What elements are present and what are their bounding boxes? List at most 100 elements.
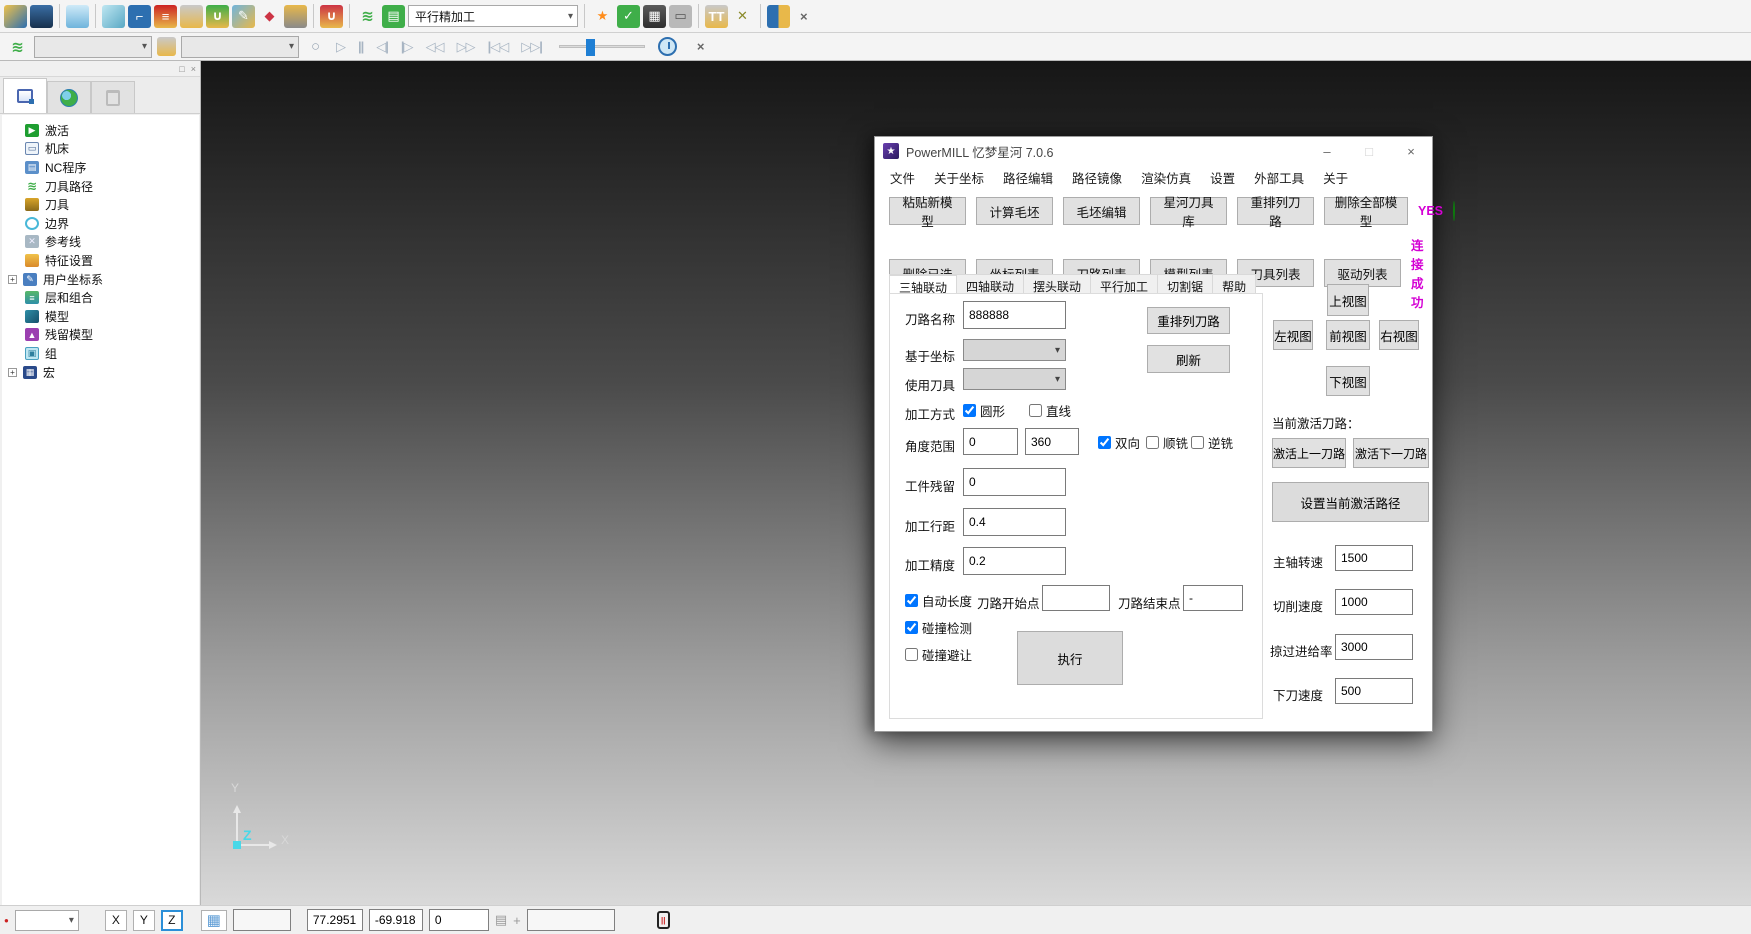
tree-item-nc-program[interactable]: ▤NC程序	[10, 158, 199, 177]
stock-input[interactable]	[963, 468, 1066, 496]
block-icon[interactable]	[102, 5, 125, 28]
rearrange-button[interactable]: 重排列刀路	[1147, 307, 1230, 334]
float-panel-icon[interactable]: □	[179, 64, 184, 74]
close-button[interactable]: ×	[1390, 137, 1432, 165]
tree-item-workplanes[interactable]: +✎用户坐标系	[10, 270, 199, 289]
tool-icon[interactable]	[180, 5, 203, 28]
calc-block-button[interactable]: 计算毛坯	[976, 197, 1053, 225]
go-to-end-button[interactable]: ▷▷|	[517, 39, 546, 55]
skim-feed-input[interactable]	[1335, 634, 1413, 660]
step-forward-button[interactable]: |▷	[397, 39, 417, 55]
slider-handle[interactable]	[586, 39, 595, 56]
drive-list-button[interactable]: 驱动列表	[1324, 259, 1401, 287]
toolpath-icon[interactable]: ≋	[356, 5, 379, 28]
collision-check-checkbox[interactable]: 碰撞检测	[905, 618, 972, 637]
plunge-feed-input[interactable]	[1335, 678, 1413, 704]
circle-checkbox[interactable]: 圆形	[963, 401, 1005, 420]
tree-item-groups[interactable]: ▣组	[10, 344, 199, 363]
view-bottom-button[interactable]: 下视图	[1326, 366, 1370, 396]
axis-z-button[interactable]: Z	[161, 910, 183, 931]
tree-item-activate[interactable]: ▶激活	[10, 121, 199, 140]
device-pause-icon[interactable]: ||	[657, 911, 670, 929]
fast-forward-button[interactable]: ▷▷	[453, 39, 479, 55]
grid-snap-button[interactable]: ▦	[201, 910, 227, 931]
go-to-start-button[interactable]: |◁◁	[484, 39, 513, 55]
tree-item-machine[interactable]: ▭机床	[10, 140, 199, 159]
calculator-icon[interactable]: ▦	[643, 5, 666, 28]
angle-to-input[interactable]	[1025, 428, 1079, 455]
toolpath-name-input[interactable]	[963, 301, 1066, 329]
print-icon[interactable]	[66, 5, 89, 28]
activate-prev-button[interactable]: 激活上一刀路	[1272, 438, 1346, 468]
base-coord-combo[interactable]: ▾	[963, 339, 1066, 361]
cursor-x-input[interactable]	[307, 909, 363, 931]
set-active-path-button[interactable]: 设置当前激活路径	[1272, 482, 1429, 522]
view-left-button[interactable]: 左视图	[1273, 320, 1313, 350]
axis-y-button[interactable]: Y	[133, 910, 155, 931]
rearrange-toolpaths-button[interactable]: 重排列刀路	[1237, 197, 1314, 225]
end-point-input[interactable]	[1183, 585, 1243, 611]
menu-render-sim[interactable]: 渲染仿真	[1141, 168, 1191, 187]
collision-avoid-checkbox[interactable]: 碰撞避让	[905, 645, 972, 664]
collision-check-icon[interactable]: ★	[591, 5, 614, 28]
refresh-button[interactable]: 刷新	[1147, 345, 1230, 373]
angle-from-input[interactable]	[963, 428, 1018, 455]
speed-slider[interactable]	[559, 45, 645, 48]
start-point-input[interactable]	[1042, 585, 1110, 611]
tab-web[interactable]	[47, 81, 91, 113]
close-panel-icon[interactable]: ×	[191, 64, 196, 74]
menu-about[interactable]: 关于	[1323, 168, 1348, 187]
play-button[interactable]: ▷	[332, 39, 349, 55]
cursor-y-input[interactable]	[369, 909, 423, 931]
pattern-icon[interactable]: ◆	[258, 5, 281, 28]
pause-button[interactable]: ||	[354, 39, 367, 54]
sim-toolpath-combo[interactable]: ▾	[34, 36, 152, 58]
maximize-button[interactable]: □	[1348, 137, 1390, 165]
sim-toolbar-close-icon[interactable]: ×	[690, 37, 712, 56]
toolbar-close-icon[interactable]: ×	[793, 7, 815, 26]
timer-icon[interactable]	[658, 37, 677, 56]
tab-explorer[interactable]	[3, 78, 47, 113]
expand-icon[interactable]: +	[8, 368, 17, 377]
activate-next-button[interactable]: 激活下一刀路	[1353, 438, 1429, 468]
light-bulb-icon[interactable]: ○	[304, 35, 327, 58]
feed-rate-icon[interactable]: ⌐	[128, 5, 151, 28]
save-project-icon[interactable]	[30, 5, 53, 28]
cutting-speed-input[interactable]	[1335, 589, 1413, 615]
boundary-icon[interactable]	[284, 5, 307, 28]
tool-library-button[interactable]: 星河刀具库	[1150, 197, 1227, 225]
tab-recycle[interactable]	[91, 81, 135, 113]
expand-icon[interactable]: +	[8, 275, 17, 284]
tool-holder-icon[interactable]: ∪	[320, 5, 343, 28]
menu-external-tools[interactable]: 外部工具	[1254, 168, 1304, 187]
verify-icon[interactable]: ✓	[617, 5, 640, 28]
dialog-titlebar[interactable]: ★ PowerMILL 忆梦星河 7.0.6 – □ ×	[875, 137, 1432, 165]
grid-size-input[interactable]	[233, 909, 291, 931]
tree-item-tools[interactable]: 刀具	[10, 195, 199, 214]
stepover-input[interactable]	[963, 508, 1066, 536]
active-toolpath-combo[interactable]: 平行精加工 ▾	[408, 5, 578, 27]
toolpath-list-icon[interactable]: ▤	[382, 5, 405, 28]
tool-pair-icon[interactable]: TT	[705, 5, 728, 28]
workplane-icon[interactable]: ✎	[232, 5, 255, 28]
tolerance-input[interactable]	[963, 547, 1066, 575]
leads-links-icon[interactable]: ∪	[206, 5, 229, 28]
menu-settings[interactable]: 设置	[1210, 168, 1235, 187]
rewind-button[interactable]: ◁◁	[422, 39, 448, 55]
rapid-heights-icon[interactable]: ≡	[154, 5, 177, 28]
view-top-button[interactable]: 上视图	[1327, 284, 1369, 316]
tolerance-display-input[interactable]	[527, 909, 615, 931]
tree-item-toolpaths[interactable]: ≋刀具路径	[10, 177, 199, 196]
tree-item-feature-sets[interactable]: 特征设置	[10, 251, 199, 270]
delete-all-models-button[interactable]: 删除全部模型	[1324, 197, 1408, 225]
tree-item-macros[interactable]: +▦宏	[10, 363, 199, 382]
menu-file[interactable]: 文件	[890, 168, 915, 187]
conventional-checkbox[interactable]: 逆铣	[1191, 433, 1233, 452]
spindle-speed-input[interactable]	[1335, 545, 1413, 571]
minimize-button[interactable]: –	[1306, 137, 1348, 165]
menu-path-mirror[interactable]: 路径镜像	[1072, 168, 1122, 187]
tree-item-levels[interactable]: ≡层和组合	[10, 288, 199, 307]
use-tool-combo[interactable]: ▾	[963, 368, 1066, 390]
line-checkbox[interactable]: 直线	[1029, 401, 1071, 420]
ruler-icon[interactable]: ▭	[669, 5, 692, 28]
